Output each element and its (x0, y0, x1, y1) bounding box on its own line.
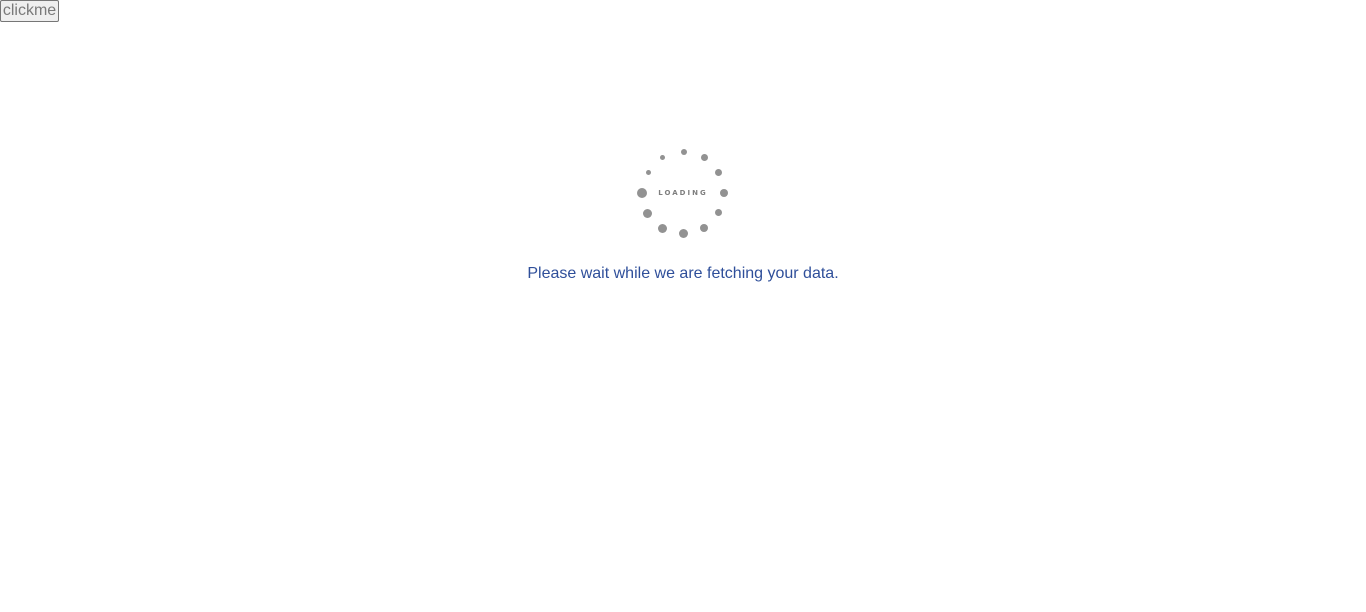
spinner-dot (700, 224, 708, 232)
wait-message: Please wait while we are fetching your d… (527, 265, 839, 282)
loading-text: LOADING (658, 189, 708, 197)
spinner-dot (679, 229, 688, 238)
spinner-dot (715, 169, 722, 176)
spinner-dot (658, 224, 667, 233)
loading-spinner: LOADING (634, 144, 732, 242)
spinner-dot (660, 155, 665, 160)
spinner-dot (681, 149, 687, 155)
spinner-dot (715, 209, 722, 216)
clickme-button[interactable]: clickme (0, 0, 59, 22)
spinner-dot (643, 209, 652, 218)
spinner-dot (646, 170, 651, 175)
spinner-dot (701, 154, 708, 161)
